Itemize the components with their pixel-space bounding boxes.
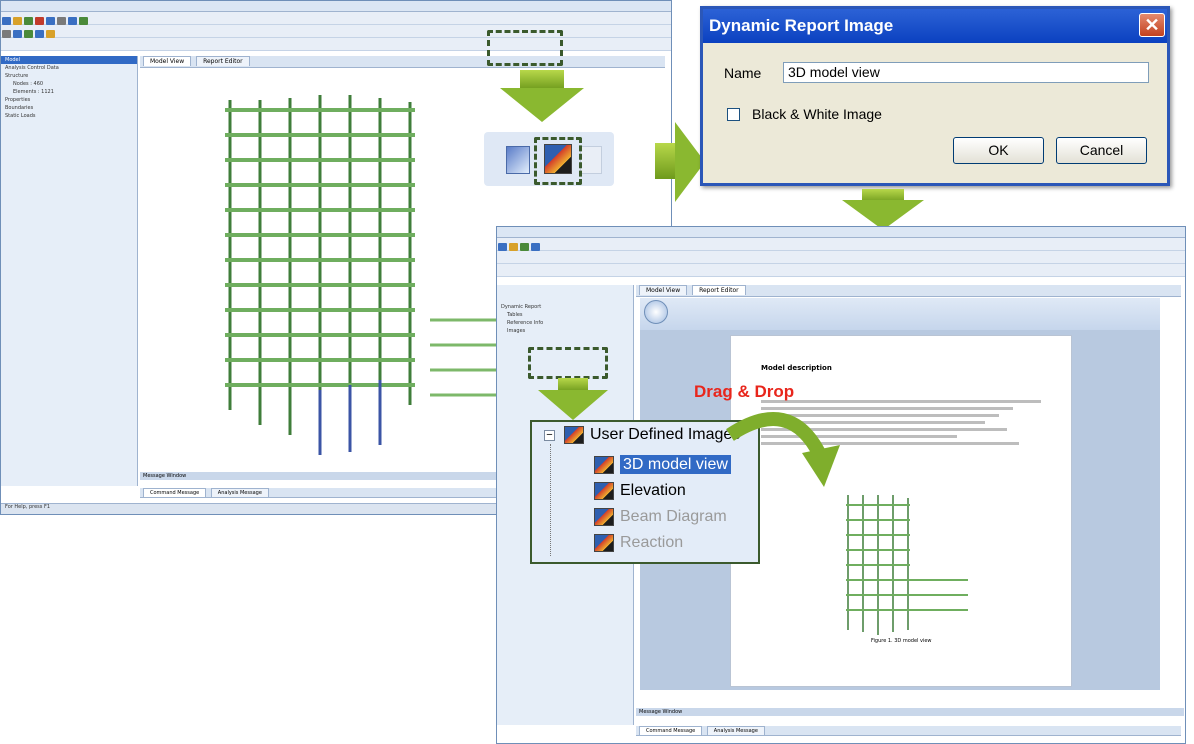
toolbar-icon[interactable]: [2, 30, 11, 38]
tree-row[interactable]: Reference Info: [497, 319, 633, 327]
doc-heading: Model description: [761, 364, 832, 372]
embedded-model-image: [846, 495, 968, 635]
left-toolbar-2: [1, 25, 671, 38]
left-menubar: [1, 1, 671, 12]
tree-row[interactable]: Properties: [1, 96, 137, 104]
toolbar-icon[interactable]: [68, 17, 77, 25]
office-button[interactable]: [644, 300, 668, 324]
tree-row[interactable]: Static Loads: [1, 112, 137, 120]
toolbar-icon[interactable]: [520, 243, 529, 251]
status-text: For Help, press F1: [5, 504, 51, 510]
tab-analysis-message[interactable]: Analysis Message: [706, 726, 765, 735]
image-tool-icon[interactable]: [506, 146, 530, 174]
report-ribbon: [640, 298, 1160, 331]
tree-row[interactable]: Analysis Control Data: [1, 64, 137, 72]
name-input[interactable]: 3D model view: [783, 62, 1149, 83]
tab-report-editor[interactable]: Report Editor: [196, 56, 250, 66]
tree-item-reaction[interactable]: Reaction: [594, 532, 683, 554]
toolbar-icon[interactable]: [509, 243, 518, 251]
tab-analysis-message[interactable]: Analysis Message: [210, 488, 269, 497]
down-arrow-3-head: [538, 390, 608, 420]
tree-lines: [550, 444, 552, 556]
down-arrow-1-head: [500, 88, 584, 122]
tree-item-label: Beam Diagram: [620, 508, 727, 525]
tree-root[interactable]: User Defined Images: [564, 424, 740, 446]
image-icon: [594, 533, 614, 552]
name-label: Name: [724, 65, 762, 81]
black-white-checkbox[interactable]: [727, 108, 740, 121]
tree-root-label: User Defined Images: [590, 426, 741, 443]
toolbar-icon[interactable]: [24, 17, 33, 25]
image-icon: [594, 481, 614, 500]
tab-model-view[interactable]: Model View: [639, 285, 688, 295]
image-icon: [594, 507, 614, 526]
right-message-window: Message Window: [636, 708, 1184, 716]
toolbar-icon[interactable]: [46, 30, 55, 38]
right-toolbar-2: [497, 251, 1185, 264]
right-doc-tabs: Model View Report Editor: [636, 285, 1181, 297]
toolbar-icon[interactable]: [24, 30, 33, 38]
disabled-tool-icon: [580, 146, 602, 174]
right-arrow: [655, 143, 677, 179]
tab-command-message[interactable]: Command Message: [639, 726, 703, 735]
tree-item-highlight-box: [528, 347, 608, 379]
image-folder-icon: [564, 425, 584, 444]
left-tree-panel: Model Analysis Control Data Structure No…: [1, 56, 138, 486]
right-toolbar-3: [497, 264, 1185, 277]
ok-button[interactable]: OK: [953, 137, 1044, 164]
tab-report-editor[interactable]: Report Editor: [692, 285, 746, 295]
tree-row[interactable]: Tables: [497, 311, 633, 319]
image-icon: [594, 455, 614, 474]
tab-model-view[interactable]: Model View: [143, 56, 192, 66]
structure-3d-view: [225, 95, 415, 455]
toolbar-icon[interactable]: [13, 30, 22, 38]
tree-item-3d-model-view[interactable]: 3D model view: [594, 454, 731, 476]
close-button[interactable]: ✕: [1139, 13, 1165, 37]
left-doc-tabs: Model View Report Editor: [140, 56, 665, 68]
toolbar-highlight-box: [487, 30, 563, 66]
tree-row[interactable]: Boundaries: [1, 104, 137, 112]
tree-item-label: 3D model view: [620, 455, 731, 474]
tree-item-label: Elevation: [620, 482, 686, 499]
left-toolbar-3: [1, 38, 671, 51]
toolbar-icon[interactable]: [35, 30, 44, 38]
tree-row[interactable]: Elements : 1121: [1, 88, 137, 96]
dialog-titlebar: Dynamic Report Image ✕: [703, 9, 1167, 43]
toolbar-icon[interactable]: [79, 17, 88, 25]
tree-row[interactable]: Model: [1, 56, 137, 64]
right-message-tabs: Command Message Analysis Message: [636, 726, 1181, 736]
toolbar-icon[interactable]: [531, 243, 540, 251]
toolbar-icon[interactable]: [13, 17, 22, 25]
right-menubar: [497, 227, 1185, 238]
left-toolbar-1: [1, 12, 671, 25]
right-toolbar-1: [497, 238, 1185, 251]
toolbar-icon[interactable]: [2, 17, 11, 25]
icon-highlight-box: [534, 137, 582, 185]
toolbar-icon[interactable]: [35, 17, 44, 25]
tree-item-beam-diagram[interactable]: Beam Diagram: [594, 506, 727, 528]
cancel-button[interactable]: Cancel: [1056, 137, 1147, 164]
tree-item-elevation[interactable]: Elevation: [594, 480, 686, 502]
tree-row[interactable]: Nodes : 460: [1, 80, 137, 88]
down-arrow-1: [520, 70, 564, 90]
tree-item-label: Reaction: [620, 534, 684, 551]
dialog-title: Dynamic Report Image: [709, 16, 894, 35]
tree-row[interactable]: Dynamic Report: [497, 303, 633, 311]
tree-expander[interactable]: −: [544, 430, 555, 441]
tree-row[interactable]: Images: [497, 327, 633, 335]
toolbar-icon[interactable]: [57, 17, 66, 25]
tree-row[interactable]: Structure: [1, 72, 137, 80]
black-white-label: Black & White Image: [752, 106, 882, 122]
tab-command-message[interactable]: Command Message: [143, 488, 207, 497]
drag-drop-arrow: [726, 412, 840, 487]
toolbar-icon[interactable]: [498, 243, 507, 251]
toolbar-icon[interactable]: [46, 17, 55, 25]
